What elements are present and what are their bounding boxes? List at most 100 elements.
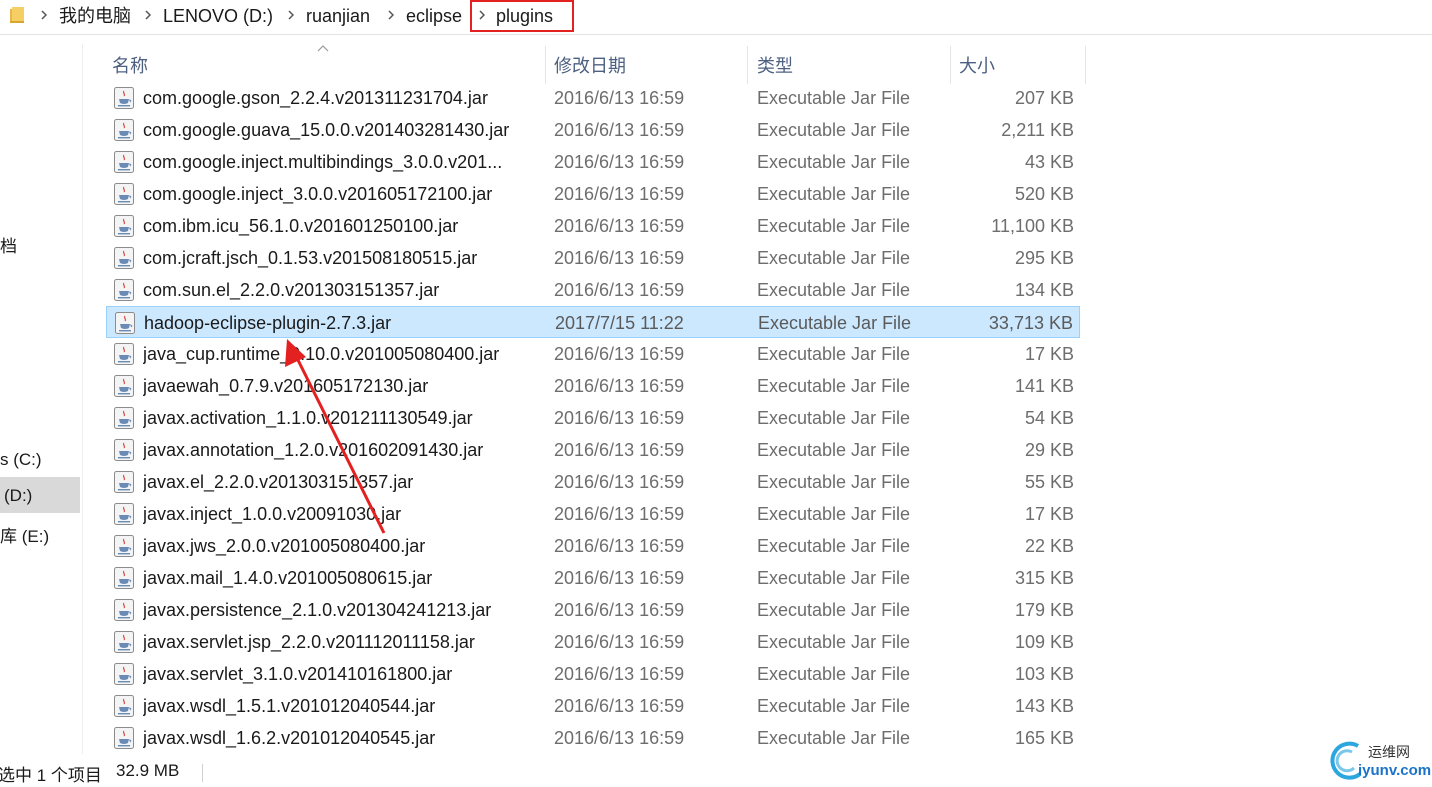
- breadcrumb-item-my-computer[interactable]: 我的电脑: [59, 5, 131, 27]
- nav-item-drive-d[interactable]: (D:): [4, 486, 32, 506]
- file-date: 2016/6/13 16:59: [554, 248, 685, 268]
- file-name: javax.annotation_1.2.0.v201602091430.jar: [143, 440, 484, 460]
- file-type: Executable Jar File: [757, 440, 911, 460]
- file-name: com.jcraft.jsch_0.1.53.v201508180515.jar: [143, 248, 478, 268]
- breadcrumb-item-plugins[interactable]: plugins: [496, 5, 553, 27]
- file-name: javax.el_2.2.0.v201303151357.jar: [143, 472, 414, 492]
- java-jar-icon: [114, 279, 134, 301]
- breadcrumb-item-drive[interactable]: LENOVO (D:): [163, 5, 273, 27]
- chevron-right-icon[interactable]: [479, 10, 485, 20]
- file-name: javax.inject_1.0.0.v20091030.jar: [143, 504, 402, 524]
- file-type: Executable Jar File: [757, 344, 911, 364]
- file-size: 43 KB: [1024, 152, 1074, 172]
- file-name: com.google.inject_3.0.0.v201605172100.ja…: [143, 184, 493, 204]
- file-row[interactable]: com.sun.el_2.2.0.v201303151357.jar 2016/6…: [106, 274, 1080, 306]
- java-jar-icon: [114, 119, 134, 141]
- file-name: com.google.gson_2.2.4.v201311231704.jar: [143, 88, 488, 108]
- file-type: Executable Jar File: [757, 472, 911, 492]
- file-row[interactable]: com.google.inject.multibindings_3.0.0.v2…: [106, 146, 1080, 178]
- file-row[interactable]: java_cup.runtime_0.10.0.v201005080400.ja…: [106, 338, 1080, 370]
- file-type: Executable Jar File: [757, 408, 911, 428]
- file-date: 2016/6/13 16:59: [554, 568, 685, 588]
- column-divider[interactable]: [1085, 46, 1086, 84]
- file-row[interactable]: com.google.inject_3.0.0.v201605172100.ja…: [106, 178, 1080, 210]
- chevron-right-icon[interactable]: [145, 10, 151, 20]
- java-jar-icon: [114, 183, 134, 205]
- chevron-right-icon[interactable]: [288, 10, 294, 20]
- file-size: 295 KB: [1014, 248, 1074, 268]
- file-row[interactable]: javax.wsdl_1.5.1.v201012040544.jar 2016/6…: [106, 690, 1080, 722]
- file-row[interactable]: com.google.guava_15.0.0.v201403281430.ja…: [106, 114, 1080, 146]
- file-row[interactable]: com.jcraft.jsch_0.1.53.v201508180515.jar…: [106, 242, 1080, 274]
- file-type: Executable Jar File: [757, 696, 911, 716]
- column-header-date[interactable]: 修改日期: [554, 52, 626, 84]
- file-name: com.ibm.icu_56.1.0.v201601250100.jar: [143, 216, 459, 236]
- file-row[interactable]: javax.persistence_2.1.0.v201304241213.ja…: [106, 594, 1080, 626]
- java-jar-icon: [114, 439, 134, 461]
- java-jar-icon: [114, 471, 134, 493]
- file-type: Executable Jar File: [757, 280, 911, 300]
- java-jar-icon: [114, 695, 134, 717]
- file-row[interactable]: javax.mail_1.4.0.v201005080615.jar 2016/6…: [106, 562, 1080, 594]
- file-size: 179 KB: [1014, 600, 1074, 620]
- file-row[interactable]: javax.activation_1.1.0.v201211130549.jar…: [106, 402, 1080, 434]
- column-divider[interactable]: [545, 46, 546, 84]
- chevron-right-icon[interactable]: [388, 10, 394, 20]
- file-size: 17 KB: [1024, 344, 1074, 364]
- file-name: javax.persistence_2.1.0.v201304241213.ja…: [143, 600, 492, 620]
- address-bar[interactable]: 我的电脑 LENOVO (D:) ruanjian eclipse plugin…: [0, 0, 1432, 35]
- file-date: 2016/6/13 16:59: [554, 152, 685, 172]
- chevron-right-icon[interactable]: [41, 10, 47, 20]
- file-date: 2017/7/15 11:22: [555, 313, 684, 333]
- file-type: Executable Jar File: [757, 632, 911, 652]
- file-type: Executable Jar File: [757, 664, 911, 684]
- java-jar-icon: [114, 727, 134, 749]
- file-row[interactable]: javax.wsdl_1.6.2.v201012040545.jar 2016/6…: [106, 722, 1080, 754]
- file-type: Executable Jar File: [757, 376, 911, 396]
- nav-item-documents[interactable]: 档: [0, 232, 17, 257]
- file-type: Executable Jar File: [757, 248, 911, 268]
- file-size: 207 KB: [1014, 88, 1074, 108]
- file-row[interactable]: com.google.gson_2.2.4.v201311231704.jar 2…: [106, 82, 1080, 114]
- file-date: 2016/6/13 16:59: [554, 664, 685, 684]
- file-size: 143 KB: [1014, 696, 1074, 716]
- file-row[interactable]: javax.servlet_3.1.0.v201410161800.jar 201…: [106, 658, 1080, 690]
- file-row[interactable]: javaewah_0.7.9.v201605172130.jar 2016/6/1…: [106, 370, 1080, 402]
- file-date: 2016/6/13 16:59: [554, 696, 685, 716]
- file-date: 2016/6/13 16:59: [554, 344, 685, 364]
- file-row[interactable]: com.ibm.icu_56.1.0.v201601250100.jar 2016…: [106, 210, 1080, 242]
- file-row[interactable]: javax.servlet.jsp_2.2.0.v201112011158.ja…: [106, 626, 1080, 658]
- column-divider[interactable]: [747, 46, 748, 84]
- pane-divider[interactable]: [82, 44, 83, 754]
- nav-item-drive-c[interactable]: s (C:): [0, 450, 42, 470]
- file-size: 55 KB: [1024, 472, 1074, 492]
- file-size: 22 KB: [1024, 536, 1074, 556]
- java-jar-icon: [114, 343, 134, 365]
- file-size: 141 KB: [1014, 376, 1074, 396]
- java-jar-icon: [114, 631, 134, 653]
- file-type: Executable Jar File: [757, 600, 911, 620]
- file-row[interactable]: javax.el_2.2.0.v201303151357.jar 2016/6/1…: [106, 466, 1080, 498]
- breadcrumb-item-eclipse[interactable]: eclipse: [406, 5, 462, 27]
- file-name: javaewah_0.7.9.v201605172130.jar: [143, 376, 429, 396]
- file-name: com.google.guava_15.0.0.v201403281430.ja…: [143, 120, 510, 140]
- breadcrumb-item-ruanjian[interactable]: ruanjian: [306, 5, 370, 27]
- java-jar-icon: [114, 567, 134, 589]
- watermark-text-cn: 运维网: [1368, 744, 1410, 760]
- file-row-selected[interactable]: hadoop-eclipse-plugin-2.7.3.jar 2017/7/15…: [106, 306, 1080, 338]
- file-date: 2016/6/13 16:59: [554, 376, 685, 396]
- file-type: Executable Jar File: [758, 313, 912, 333]
- nav-item-drive-e[interactable]: 库 (E:): [0, 522, 49, 547]
- java-jar-icon: [114, 87, 134, 109]
- file-row[interactable]: javax.annotation_1.2.0.v201602091430.jar…: [106, 434, 1080, 466]
- file-date: 2016/6/13 16:59: [554, 216, 685, 236]
- file-row[interactable]: javax.inject_1.0.0.v20091030.jar 2016/6/1…: [106, 498, 1080, 530]
- column-header-name[interactable]: 名称: [112, 52, 148, 84]
- folder-icon: [10, 7, 24, 23]
- column-header-type[interactable]: 类型: [757, 52, 793, 84]
- column-header-size[interactable]: 大小: [959, 52, 995, 84]
- java-jar-icon: [115, 312, 135, 334]
- column-divider[interactable]: [950, 46, 951, 84]
- file-row[interactable]: javax.jws_2.0.0.v201005080400.jar 2016/6/…: [106, 530, 1080, 562]
- file-date: 2016/6/13 16:59: [554, 632, 685, 652]
